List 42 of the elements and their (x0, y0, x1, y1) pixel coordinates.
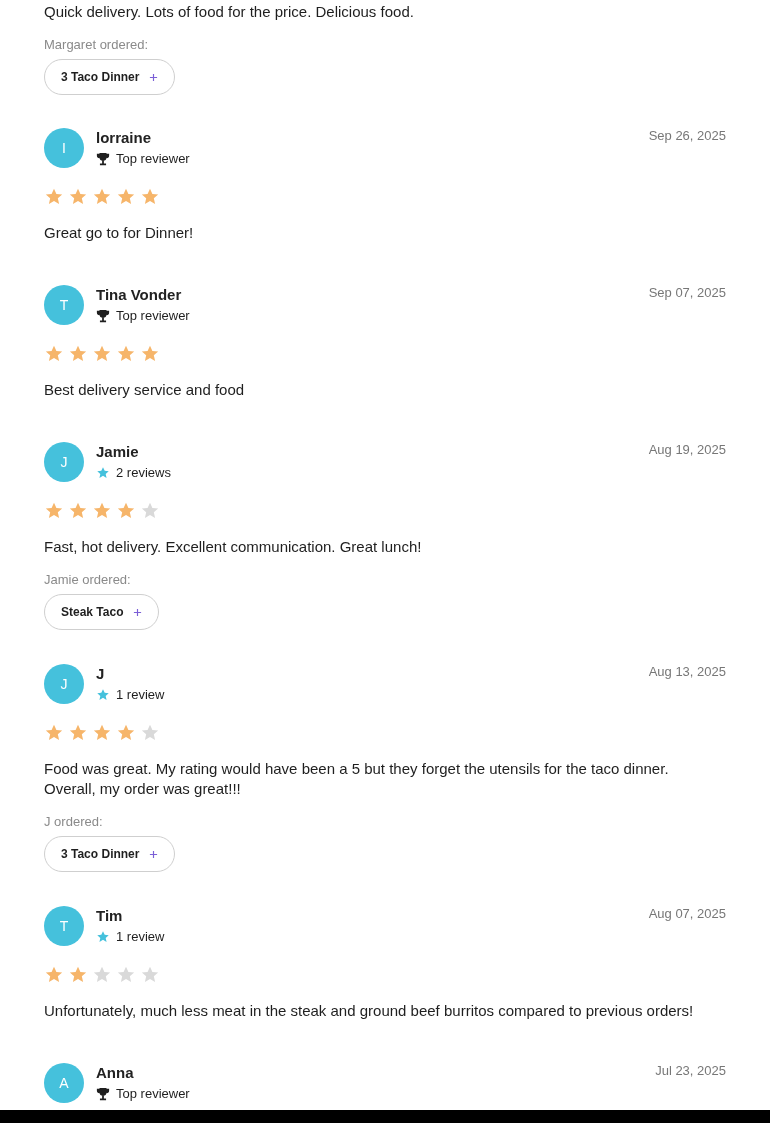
review-text: Quick delivery. Lots of food for the price. Delicious food. (44, 2, 415, 22)
review-count: 2 reviews (116, 465, 171, 481)
review-text: Fast, hot delivery. Excellent communication. Great lunch! (44, 537, 423, 557)
avatar: J (44, 442, 84, 482)
review-text: Great go to for Dinner! (44, 223, 195, 243)
reviewer-name: Jamie (96, 442, 140, 462)
badge-label: Top reviewer (116, 151, 190, 167)
avatar: J (44, 664, 84, 704)
review-date: Aug 07, 2025 (648, 906, 726, 922)
trophy-icon (96, 1087, 110, 1101)
reviewer-name: J (96, 664, 106, 684)
review-date: Sep 26, 2025 (648, 128, 726, 144)
reviewer-name: Tina Vonder (96, 285, 183, 305)
ordered-label: Jamie ordered: (44, 572, 132, 588)
review-date: Jul 23, 2025 (655, 1063, 726, 1079)
review-date: Aug 13, 2025 (648, 664, 726, 680)
reviewer-name: Tim (96, 906, 124, 926)
avatar: T (44, 906, 84, 946)
badge-label: Top reviewer (116, 1086, 190, 1102)
reviewer-name: lorraine (96, 128, 153, 148)
trophy-icon (96, 152, 110, 166)
badge-label: Top reviewer (116, 308, 190, 324)
ordered-label: Margaret ordered: (44, 37, 150, 53)
review-date: Sep 07, 2025 (648, 285, 726, 301)
star-icon (96, 466, 110, 480)
plus-icon (149, 849, 159, 859)
star-icon (96, 930, 110, 944)
avatar: T (44, 285, 84, 325)
review-text: Unfortunately, much less meat in the steak and ground beef burritos compared to previous orders! (44, 1001, 695, 1021)
review-text: Food was great. My rating would have been a 5 but they forget the utensils for the taco dinner. Overall, my order was great!!! (44, 759, 670, 799)
star-icon (96, 688, 110, 702)
plus-icon (133, 607, 143, 617)
avatar: I (44, 128, 84, 168)
review-count: 1 review (116, 929, 165, 945)
trophy-icon (96, 309, 110, 323)
reviewer-name: Anna (96, 1063, 135, 1083)
review-date: Aug 19, 2025 (648, 442, 726, 458)
avatar: A (44, 1063, 84, 1103)
plus-icon (149, 72, 159, 82)
ordered-label: J ordered: (44, 814, 104, 830)
review-count: 1 review (116, 687, 165, 703)
review-text: Best delivery service and food (44, 380, 246, 400)
